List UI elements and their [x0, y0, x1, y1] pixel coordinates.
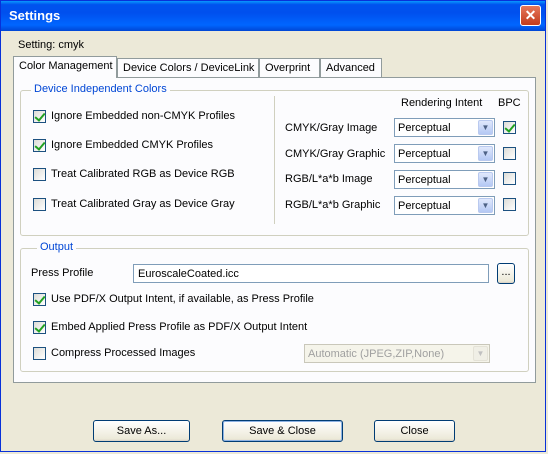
ignore-non-cmyk-label: Ignore Embedded non-CMYK Profiles — [51, 110, 236, 122]
device-independent-group: Device Independent Colors Ignore Embedde… — [20, 83, 529, 236]
save-close-button[interactable]: Save & Close — [222, 420, 343, 442]
group-divider — [274, 96, 275, 224]
output-group: Output Press Profile EuroscaleCoated.icc… — [20, 241, 529, 372]
window-title: Settings — [9, 8, 61, 23]
select-value: Perceptual — [398, 148, 451, 160]
device-independent-legend: Device Independent Colors — [31, 83, 170, 95]
bpc-header: BPC — [498, 97, 521, 109]
save-as-button[interactable]: Save As... — [93, 420, 190, 442]
rgb-lab-image-intent-select[interactable]: Perceptual ▼ — [394, 170, 495, 189]
treat-rgb-checkbox[interactable] — [33, 168, 46, 181]
chevron-down-icon[interactable]: ▼ — [478, 146, 493, 161]
tab-color-management[interactable]: Color Management — [13, 56, 117, 78]
treat-gray-checkbox[interactable] — [33, 198, 46, 211]
cmyk-gray-image-intent-select[interactable]: Perceptual ▼ — [394, 118, 495, 137]
cmyk-gray-graphic-intent-select[interactable]: Perceptual ▼ — [394, 144, 495, 163]
embed-press-profile-checkbox[interactable] — [33, 321, 46, 334]
rgb-lab-graphic-bpc-checkbox[interactable] — [503, 198, 516, 211]
rgb-lab-image-bpc-checkbox[interactable] — [503, 172, 516, 185]
settings-window: Settings ✕ Setting: cmyk Color Managemen… — [0, 0, 546, 452]
compress-images-checkbox[interactable] — [33, 347, 46, 360]
tab-device-colors[interactable]: Device Colors / DeviceLink — [117, 58, 259, 77]
close-icon[interactable]: ✕ — [520, 5, 541, 26]
use-pdfx-intent-label: Use PDF/X Output Intent, if available, a… — [51, 293, 314, 305]
title-bar: Settings ✕ — [1, 1, 545, 31]
rendering-intent-header: Rendering Intent — [401, 97, 483, 109]
select-value: Perceptual — [398, 200, 451, 212]
cmyk-gray-image-bpc-checkbox[interactable] — [503, 121, 516, 134]
ignore-cmyk-label: Ignore Embedded CMYK Profiles — [51, 139, 214, 151]
treat-gray-label: Treat Calibrated Gray as Device Gray — [51, 198, 235, 210]
chevron-down-icon[interactable]: ▼ — [478, 172, 493, 187]
compress-images-label: Compress Processed Images — [51, 347, 196, 359]
ignore-cmyk-checkbox[interactable] — [33, 139, 46, 152]
treat-rgb-label: Treat Calibrated RGB as Device RGB — [51, 168, 235, 180]
select-value: Perceptual — [398, 174, 451, 186]
cmyk-gray-graphic-label: CMYK/Gray Graphic — [285, 148, 386, 160]
embed-press-profile-label: Embed Applied Press Profile as PDF/X Out… — [51, 321, 308, 333]
ignore-non-cmyk-checkbox[interactable] — [33, 110, 46, 123]
tab-panel: Device Independent Colors Ignore Embedde… — [13, 77, 536, 383]
tab-overprint[interactable]: Overprint — [259, 58, 320, 77]
cmyk-gray-image-label: CMYK/Gray Image — [285, 122, 378, 134]
press-profile-label: Press Profile — [31, 267, 94, 279]
setting-label: Setting: cmyk — [18, 39, 85, 51]
browse-button[interactable]: ... — [497, 263, 515, 284]
use-pdfx-intent-checkbox[interactable] — [33, 293, 46, 306]
tab-advanced[interactable]: Advanced — [320, 58, 382, 77]
select-value: Automatic (JPEG,ZIP,None) — [308, 348, 445, 360]
chevron-down-icon: ▼ — [473, 346, 488, 361]
select-value: Perceptual — [398, 122, 451, 134]
cmyk-gray-graphic-bpc-checkbox[interactable] — [503, 147, 516, 160]
rgb-lab-graphic-intent-select[interactable]: Perceptual ▼ — [394, 196, 495, 215]
rgb-lab-image-label: RGB/L*a*b Image — [285, 173, 373, 185]
chevron-down-icon[interactable]: ▼ — [478, 120, 493, 135]
compression-select: Automatic (JPEG,ZIP,None) ▼ — [304, 344, 490, 363]
press-profile-input[interactable]: EuroscaleCoated.icc — [133, 264, 489, 283]
chevron-down-icon[interactable]: ▼ — [478, 198, 493, 213]
close-button[interactable]: Close — [374, 420, 455, 442]
press-profile-value: EuroscaleCoated.icc — [138, 268, 239, 280]
output-legend: Output — [37, 241, 77, 253]
rgb-lab-graphic-label: RGB/L*a*b Graphic — [285, 199, 381, 211]
